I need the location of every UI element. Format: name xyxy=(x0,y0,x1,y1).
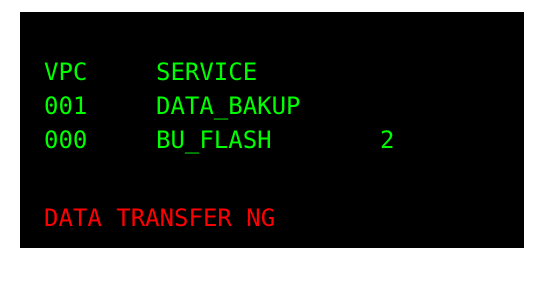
table-header-row: VPC SERVICE xyxy=(44,56,257,88)
status-message: DATA TRANSFER NG xyxy=(44,204,276,232)
row-service: DATA_BAKUP xyxy=(156,92,301,120)
table-row: 000 BU_FLASH 2 xyxy=(44,124,394,156)
header-vpc: VPC xyxy=(44,58,88,86)
header-service: SERVICE xyxy=(156,58,258,86)
row-service: BU_FLASH xyxy=(156,126,272,154)
row-vpc: 000 xyxy=(44,126,88,154)
table-row: 001 DATA_BAKUP xyxy=(44,90,301,122)
row-value: 2 xyxy=(380,126,395,154)
row-vpc: 001 xyxy=(44,92,88,120)
terminal-screen: VPC SERVICE 001 DATA_BAKUP 000 BU_FLASH … xyxy=(20,12,524,248)
